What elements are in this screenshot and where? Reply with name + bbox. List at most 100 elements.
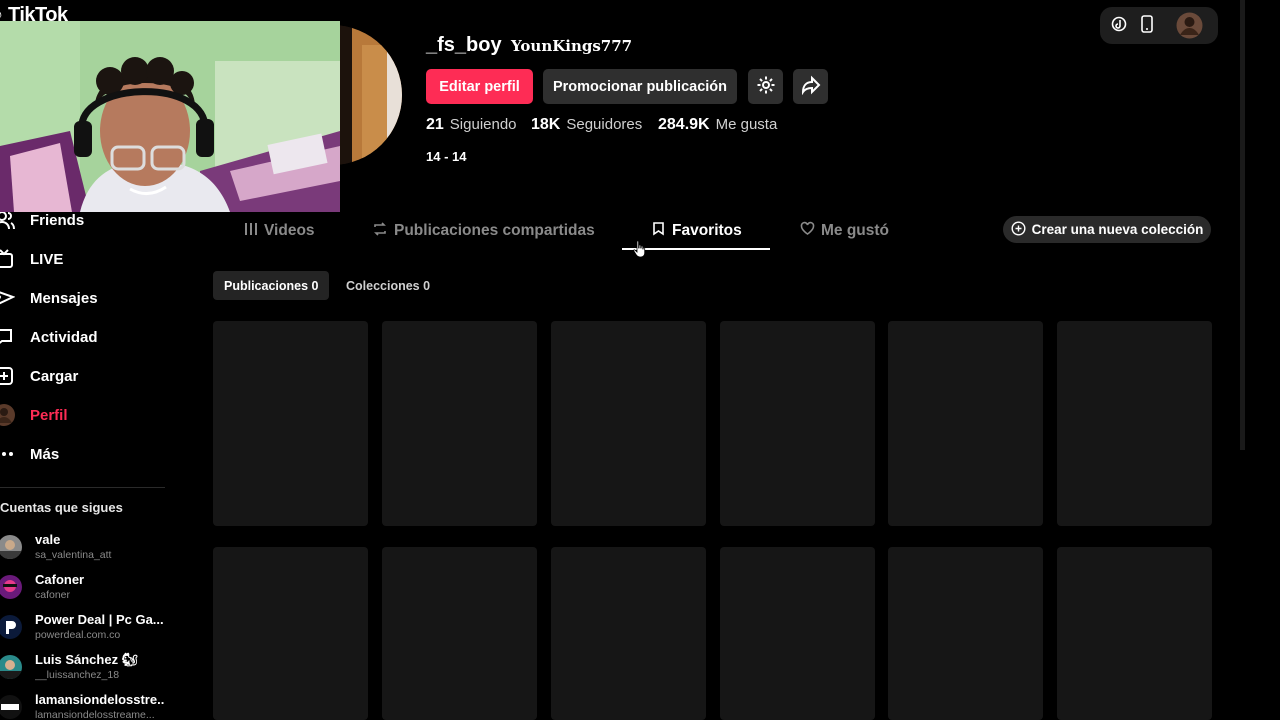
tiktok-coin-icon <box>1111 16 1127 37</box>
followed-account[interactable]: Cafoner cafoner <box>0 570 170 606</box>
sidebar-item-label: Cargar <box>30 367 79 385</box>
followed-account[interactable]: Luis Sánchez 🐿 __luissanchez_18 <box>0 650 170 686</box>
sidebar-item-live[interactable]: LIVE <box>0 241 170 277</box>
avatar <box>0 695 22 719</box>
post-placeholder[interactable] <box>551 321 706 526</box>
top-right-toolbar <box>1100 7 1218 44</box>
hand-cursor-icon <box>633 240 647 263</box>
stat-value: 18K <box>531 116 561 133</box>
account-name: Cafoner <box>35 572 85 587</box>
account-avatar-button[interactable] <box>1176 12 1203 39</box>
account-handle: lamansiondelosstreame... <box>35 709 155 720</box>
tab-label: Me gustó <box>821 222 890 239</box>
tab-reposts[interactable]: Publicaciones compartidas <box>372 220 595 242</box>
messages-icon <box>0 286 16 310</box>
tab-label: Publicaciones compartidas <box>394 222 595 239</box>
likes-stat: 284.9K Me gusta <box>658 116 777 134</box>
gear-icon <box>756 75 776 99</box>
profile-avatar-icon <box>0 403 16 427</box>
post-placeholder[interactable] <box>382 321 537 526</box>
stat-label: Seguidores <box>566 116 643 133</box>
phone-icon <box>1140 14 1154 38</box>
followed-account[interactable]: lamansiondelosstre... lamansiondelosstre… <box>0 690 170 720</box>
sidebar-item-more[interactable]: Más <box>0 436 170 472</box>
account-handle: powerdeal.com.co <box>35 629 121 641</box>
tab-videos[interactable]: Videos <box>244 220 315 242</box>
tiktok-note-icon: ♪ <box>0 4 3 22</box>
stat-label: Me gusta <box>715 116 778 133</box>
tiktok-coin-button[interactable] <box>1108 15 1130 37</box>
tab-label: Favoritos <box>672 222 742 239</box>
post-placeholder[interactable] <box>1057 321 1212 526</box>
webcam-overlay <box>0 21 340 212</box>
post-placeholder[interactable] <box>1057 547 1212 720</box>
stat-value: 284.9K <box>658 116 710 133</box>
sidebar-item-label: Perfil <box>30 406 68 424</box>
tab-label: Videos <box>264 222 315 239</box>
settings-button[interactable] <box>748 69 783 104</box>
account-name: Luis Sánchez 🐿 <box>35 652 139 667</box>
share-icon <box>801 75 821 99</box>
mobile-app-button[interactable] <box>1136 14 1158 38</box>
following-title: Cuentas que sigues <box>0 500 123 515</box>
sidebar-item-upload[interactable]: Cargar <box>0 358 170 394</box>
edit-profile-button[interactable]: Editar perfil <box>426 69 533 104</box>
avatar <box>1176 12 1203 39</box>
tiktok-logo[interactable]: ♪ TikTok <box>0 0 100 22</box>
following-stat[interactable]: 21 Siguiendo <box>426 116 517 134</box>
followed-account[interactable]: Power Deal | Pc Ga... powerdeal.com.co <box>0 610 170 646</box>
sidebar-item-profile[interactable]: Perfil <box>0 397 170 433</box>
account-name: lamansiondelosstre... <box>35 692 165 707</box>
post-placeholder[interactable] <box>888 547 1043 720</box>
post-placeholder[interactable] <box>213 547 368 720</box>
more-icon <box>0 442 16 466</box>
profile-username: _fs_boy <box>426 34 502 56</box>
account-name: Power Deal | Pc Ga... <box>35 612 164 627</box>
avatar <box>0 655 22 679</box>
logo-text: TikTok <box>8 4 68 22</box>
post-placeholder[interactable] <box>720 321 875 526</box>
avatar <box>0 615 22 639</box>
page-scrollbar[interactable] <box>1240 0 1245 450</box>
create-collection-label: Crear una nueva colección <box>1031 222 1204 237</box>
sidebar-item-messages[interactable]: Mensajes <box>0 280 170 316</box>
grid-icon <box>244 222 258 241</box>
sidebar-item-label: LIVE <box>30 250 64 268</box>
sidebar-divider <box>0 487 165 488</box>
sidebar-item-label: Más <box>30 445 60 463</box>
plus-circle-icon <box>1011 220 1026 239</box>
share-profile-button[interactable] <box>793 69 828 104</box>
post-placeholder[interactable] <box>213 321 368 526</box>
stat-label: Siguiendo <box>449 116 517 133</box>
upload-icon <box>0 364 16 388</box>
post-placeholder[interactable] <box>551 547 706 720</box>
live-icon <box>0 247 16 271</box>
sidebar-item-label: Actividad <box>30 328 98 346</box>
post-placeholder[interactable] <box>888 321 1043 526</box>
activity-icon <box>0 325 16 349</box>
heart-icon <box>800 221 815 241</box>
sidebar-item-activity[interactable]: Actividad <box>0 319 170 355</box>
followers-stat[interactable]: 18K Seguidores <box>531 116 642 134</box>
avatar <box>0 575 22 599</box>
avatar <box>0 535 22 559</box>
sidebar-item-label: Mensajes <box>30 289 98 307</box>
account-handle: sa_valentina_att <box>35 549 112 561</box>
tab-favorites[interactable]: Favoritos <box>651 220 742 242</box>
post-placeholder[interactable] <box>720 547 875 720</box>
stat-value: 21 <box>426 116 444 133</box>
sidebar-item-label: Friends <box>30 211 85 229</box>
subtab-posts[interactable]: Publicaciones 0 <box>213 271 330 300</box>
tab-liked[interactable]: Me gustó <box>800 220 889 242</box>
account-handle: __luissanchez_18 <box>35 669 120 681</box>
account-handle: cafoner <box>35 589 71 601</box>
post-placeholder[interactable] <box>382 547 537 720</box>
repost-icon <box>372 221 388 242</box>
bookmark-icon <box>651 221 666 241</box>
create-collection-button[interactable]: Crear una nueva colección <box>1003 216 1211 243</box>
profile-bio: 14 - 14 <box>426 149 467 164</box>
promote-post-button[interactable]: Promocionar publicación <box>543 69 737 104</box>
profile-nickname: YounKings777 <box>511 37 633 55</box>
subtab-collections[interactable]: Colecciones 0 <box>335 271 441 300</box>
followed-account[interactable]: vale sa_valentina_att <box>0 530 170 566</box>
